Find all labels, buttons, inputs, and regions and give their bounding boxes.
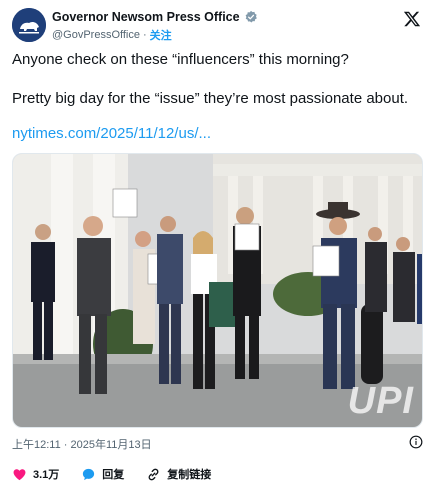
display-name[interactable]: Governor Newsom Press Office bbox=[52, 10, 240, 24]
handle[interactable]: @GovPressOffice bbox=[52, 29, 140, 41]
link-icon bbox=[148, 468, 159, 480]
avatar[interactable] bbox=[12, 8, 46, 42]
tweet-line-2: Pretty big day for the “issue” they’re m… bbox=[12, 90, 409, 107]
bear-flag-icon bbox=[12, 8, 46, 42]
heart-icon bbox=[13, 468, 26, 480]
tweet-timestamp[interactable]: 上午12:11 · 2025年11月13日 bbox=[12, 436, 152, 452]
info-icon[interactable] bbox=[409, 435, 423, 449]
handle-separator: · bbox=[143, 29, 147, 41]
copy-link-button[interactable]: 复制链接 bbox=[146, 466, 211, 482]
follow-button[interactable]: 关注 bbox=[150, 27, 172, 43]
tweet-text: Anyone check on these “influencers” this… bbox=[12, 50, 423, 128]
x-logo-icon[interactable] bbox=[403, 10, 421, 28]
article-link[interactable]: nytimes.com/2025/11/12/us/... bbox=[12, 125, 211, 142]
verified-badge-icon bbox=[245, 10, 257, 23]
photo-watermark: UPI bbox=[347, 380, 414, 422]
reply-icon bbox=[83, 468, 95, 480]
action-bar: 3.1万 回复 复制链接 bbox=[12, 466, 233, 482]
handle-row: @GovPressOffice · 关注 bbox=[52, 27, 172, 43]
like-button[interactable]: 3.1万 bbox=[12, 466, 59, 482]
name-row: Governor Newsom Press Office bbox=[52, 10, 258, 24]
tweet-photo[interactable]: UPI bbox=[12, 153, 423, 428]
like-count: 3.1万 bbox=[33, 469, 60, 481]
reply-button[interactable]: 回复 bbox=[81, 466, 124, 482]
reply-label: 回复 bbox=[102, 469, 125, 481]
tweet-header: Governor Newsom Press Office @GovPressOf… bbox=[12, 8, 423, 42]
copy-link-label: 复制链接 bbox=[167, 469, 212, 481]
tweet-line-1: Anyone check on these “influencers” this… bbox=[12, 51, 349, 68]
